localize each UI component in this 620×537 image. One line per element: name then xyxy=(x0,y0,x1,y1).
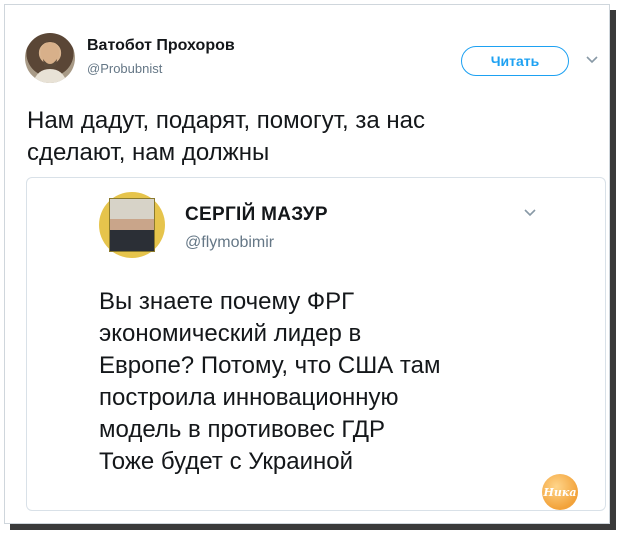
author-name[interactable]: Ватобот Прохоров xyxy=(87,37,235,55)
tweet-text-line: Нам дадут, подарят, помогут, за нас xyxy=(27,107,426,134)
quoted-text-line: модель в противовес ГДР xyxy=(99,416,386,443)
chevron-down-icon[interactable] xyxy=(523,208,537,218)
portrait-image xyxy=(109,198,155,252)
quoted-text-line: Европе? Потому, что США там xyxy=(99,352,441,379)
quoted-text-line: Вы знаете почему ФРГ xyxy=(99,288,355,315)
tweet-text-line: сделают, нам должны xyxy=(27,139,270,166)
quoted-author-handle[interactable]: @flymobimir xyxy=(185,234,274,252)
author-handle[interactable]: @Probubnist xyxy=(87,61,162,76)
author-avatar[interactable] xyxy=(25,33,75,83)
tweet-text: Нам дадут, подарят, помогут, за нас сдел… xyxy=(27,105,587,169)
quoted-text-line: построила инновационную xyxy=(99,384,399,411)
tweet-card: Ватобот Прохоров @Probubnist Читать Нам … xyxy=(4,4,610,524)
quoted-author-avatar[interactable] xyxy=(99,192,165,258)
quoted-author-name[interactable]: СЕРГІЙ МАЗУР xyxy=(185,204,328,226)
watermark-logo: Ника xyxy=(542,474,578,510)
quoted-text-line: экономический лидер в xyxy=(99,320,362,347)
follow-button[interactable]: Читать xyxy=(461,46,569,76)
quoted-tweet[interactable]: СЕРГІЙ МАЗУР @flymobimir Вы знаете почем… xyxy=(26,177,606,511)
quoted-text-line: Тоже будет с Украиной xyxy=(99,448,354,475)
chevron-down-icon[interactable] xyxy=(585,55,599,65)
quoted-tweet-text: Вы знаете почему ФРГ экономический лидер… xyxy=(99,286,539,478)
